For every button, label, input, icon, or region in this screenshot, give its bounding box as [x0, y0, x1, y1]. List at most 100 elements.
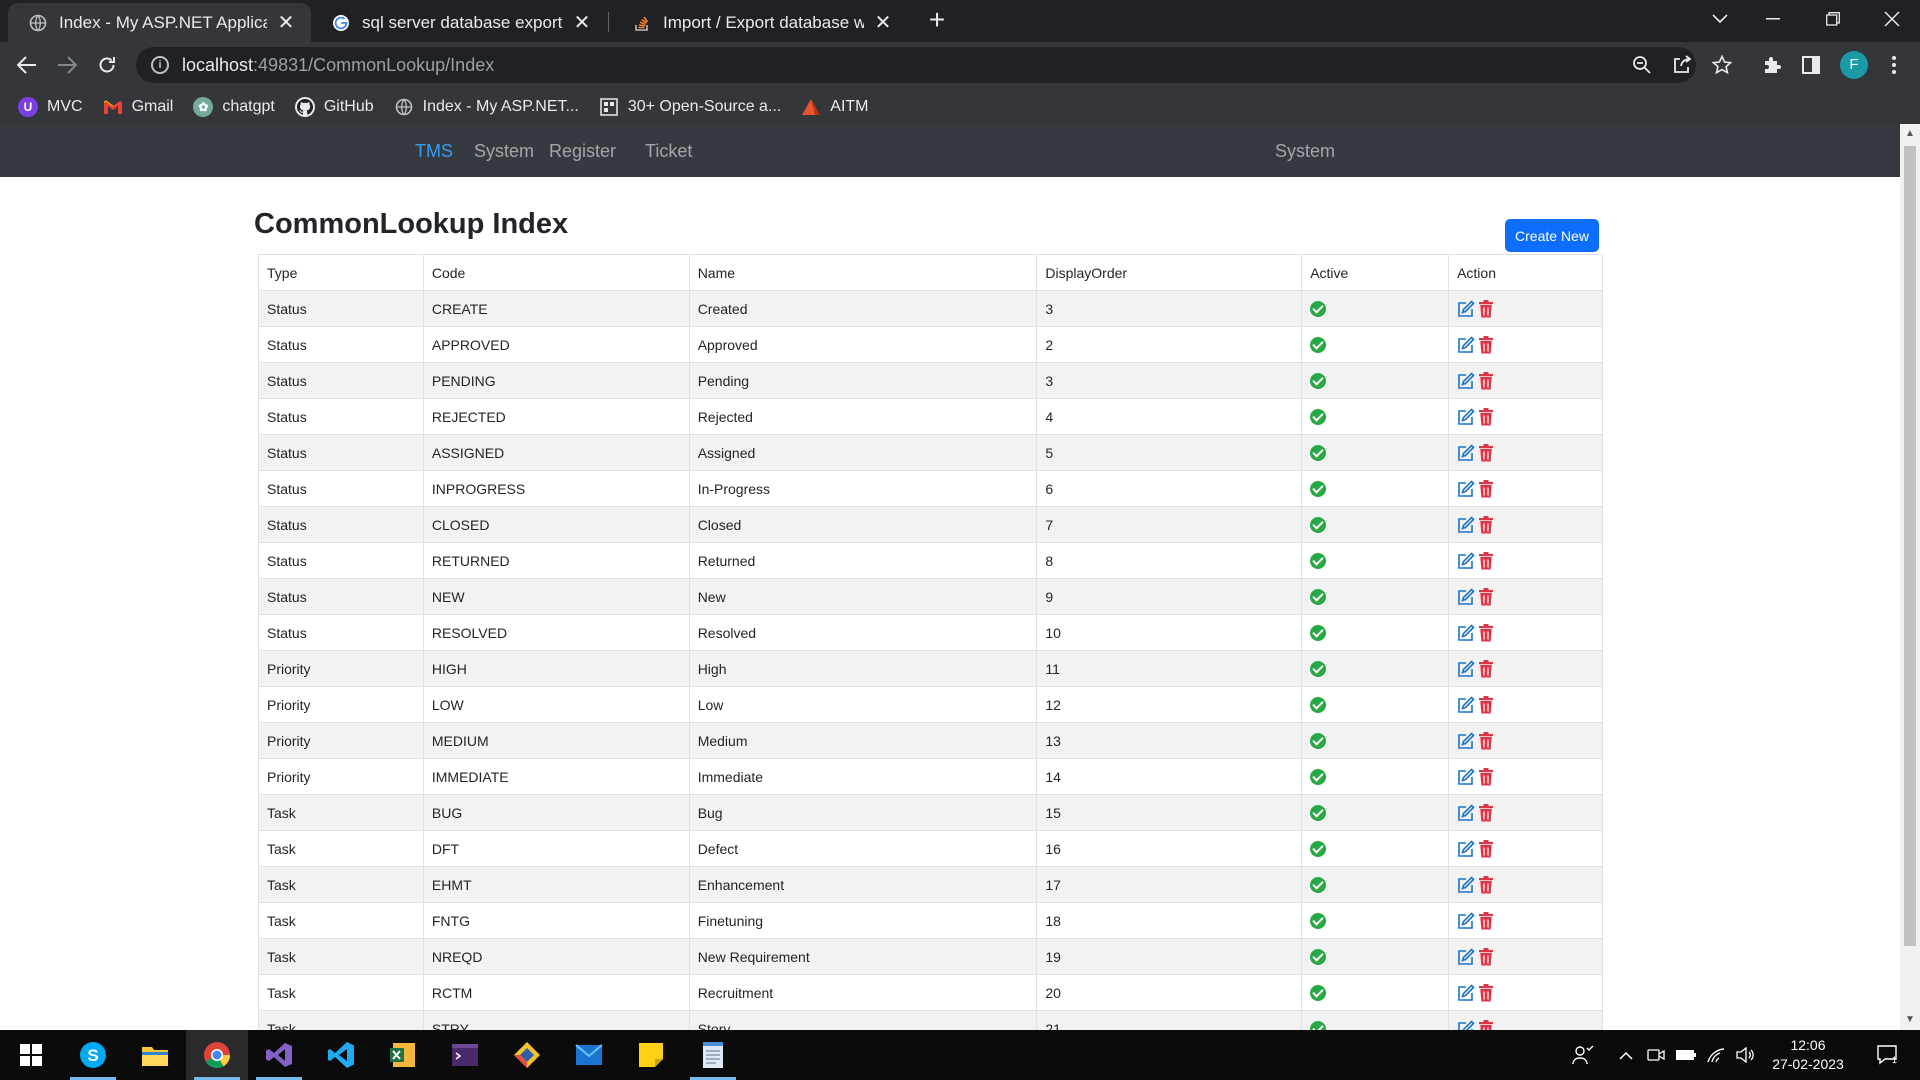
nav-system[interactable]: System	[474, 141, 534, 162]
nav-brand-tms[interactable]: TMS	[415, 141, 453, 162]
battery-icon[interactable]	[1672, 1030, 1700, 1080]
delete-icon[interactable]	[1478, 335, 1496, 354]
edit-icon[interactable]	[1457, 480, 1475, 498]
nav-register[interactable]: Register	[549, 141, 616, 162]
tab-import-export[interactable]: Import / Export database with SC ✕	[612, 3, 908, 42]
minimize-button[interactable]	[1745, 0, 1801, 38]
back-button[interactable]	[12, 50, 42, 80]
bookmark-open-source[interactable]: 30+ Open-Source a...	[599, 97, 781, 117]
bookmark-index[interactable]: Index - My ASP.NET...	[394, 97, 579, 117]
delete-icon[interactable]	[1478, 587, 1496, 606]
file-explorer-icon[interactable]	[124, 1030, 186, 1080]
system-clock[interactable]: 12:06 27-02-2023	[1760, 1036, 1856, 1074]
delete-icon[interactable]	[1478, 875, 1496, 894]
delete-icon[interactable]	[1478, 839, 1496, 858]
delete-icon[interactable]	[1478, 803, 1496, 822]
chrome-icon[interactable]	[186, 1030, 248, 1080]
delete-icon[interactable]	[1478, 551, 1496, 570]
edit-icon[interactable]	[1457, 444, 1475, 462]
bookmark-chatgpt[interactable]: ✿ chatgpt	[193, 96, 275, 117]
bookmark-aitm[interactable]: AITM	[801, 97, 869, 117]
bookmark-github[interactable]: GitHub	[294, 96, 374, 117]
chevron-up-icon[interactable]	[1612, 1030, 1640, 1080]
edit-icon[interactable]	[1457, 336, 1475, 354]
tab-search-chevron-icon[interactable]	[1692, 0, 1748, 38]
meet-now-icon[interactable]	[1642, 1030, 1670, 1080]
delete-icon[interactable]	[1478, 407, 1496, 426]
edit-icon[interactable]	[1457, 696, 1475, 714]
profile-avatar[interactable]: F	[1840, 51, 1868, 79]
edit-icon[interactable]	[1457, 660, 1475, 678]
scroll-down-arrow-icon[interactable]: ▼	[1904, 1014, 1916, 1026]
site-info-icon[interactable]: i	[151, 56, 169, 74]
bookmark-star-icon[interactable]	[1708, 51, 1736, 79]
delete-icon[interactable]	[1478, 947, 1496, 966]
delete-icon[interactable]	[1478, 767, 1496, 786]
vscode-icon[interactable]	[310, 1030, 372, 1080]
edit-icon[interactable]	[1457, 768, 1475, 786]
wifi-icon[interactable]	[1702, 1030, 1730, 1080]
close-icon[interactable]: ✕	[872, 10, 894, 35]
scroll-up-arrow-icon[interactable]: ▲	[1904, 128, 1916, 140]
scrollbar-thumb[interactable]	[1904, 146, 1916, 946]
edit-icon[interactable]	[1457, 372, 1475, 390]
delete-icon[interactable]	[1478, 659, 1496, 678]
delete-icon[interactable]	[1478, 1019, 1496, 1030]
edit-icon[interactable]	[1457, 732, 1475, 750]
delete-icon[interactable]	[1478, 515, 1496, 534]
zoom-icon[interactable]	[1628, 51, 1656, 79]
delete-icon[interactable]	[1478, 623, 1496, 642]
edit-icon[interactable]	[1457, 1020, 1475, 1030]
address-bar[interactable]: i localhost:49831/CommonLookup/Index	[136, 47, 1696, 83]
tab-google-search[interactable]: sql server database export - Goo ✕	[311, 3, 607, 42]
nav-system-right[interactable]: System	[1275, 141, 1335, 162]
close-icon[interactable]: ✕	[275, 10, 297, 35]
edit-icon[interactable]	[1457, 408, 1475, 426]
edit-icon[interactable]	[1457, 876, 1475, 894]
notifications-icon[interactable]: 1	[1866, 1030, 1910, 1080]
skype-icon[interactable]: S	[62, 1030, 124, 1080]
people-icon[interactable]	[1566, 1030, 1600, 1080]
new-tab-button[interactable]: +	[922, 6, 952, 36]
nav-ticket[interactable]: Ticket	[645, 141, 692, 162]
delete-icon[interactable]	[1478, 443, 1496, 462]
visual-studio-icon[interactable]	[248, 1030, 310, 1080]
delete-icon[interactable]	[1478, 371, 1496, 390]
git-icon[interactable]	[496, 1030, 558, 1080]
create-new-button[interactable]: Create New	[1505, 219, 1599, 252]
delete-icon[interactable]	[1478, 299, 1496, 318]
edit-icon[interactable]	[1457, 624, 1475, 642]
close-window-button[interactable]	[1864, 0, 1920, 38]
delete-icon[interactable]	[1478, 911, 1496, 930]
edit-icon[interactable]	[1457, 804, 1475, 822]
extensions-icon[interactable]	[1758, 51, 1786, 79]
reload-button[interactable]	[92, 50, 122, 80]
forward-button[interactable]	[52, 50, 82, 80]
edit-icon[interactable]	[1457, 588, 1475, 606]
edit-icon[interactable]	[1457, 840, 1475, 858]
edit-icon[interactable]	[1457, 300, 1475, 318]
edit-icon[interactable]	[1457, 984, 1475, 1002]
excel-icon[interactable]	[372, 1030, 434, 1080]
page-scrollbar[interactable]: ▲ ▼	[1900, 124, 1920, 1030]
edit-icon[interactable]	[1457, 912, 1475, 930]
edit-icon[interactable]	[1457, 552, 1475, 570]
edit-icon[interactable]	[1457, 516, 1475, 534]
windows-start-icon[interactable]	[0, 1030, 62, 1080]
bookmark-gmail[interactable]: Gmail	[103, 97, 173, 117]
notepad-icon[interactable]	[682, 1030, 744, 1080]
volume-icon[interactable]	[1732, 1030, 1760, 1080]
restore-button[interactable]	[1805, 0, 1861, 38]
tab-index[interactable]: Index - My ASP.NET Application ✕	[8, 3, 311, 42]
terminal-icon[interactable]	[434, 1030, 496, 1080]
bookmark-mvc[interactable]: U MVC	[18, 96, 83, 117]
close-icon[interactable]: ✕	[571, 10, 593, 35]
edit-icon[interactable]	[1457, 948, 1475, 966]
delete-icon[interactable]	[1478, 983, 1496, 1002]
delete-icon[interactable]	[1478, 479, 1496, 498]
delete-icon[interactable]	[1478, 731, 1496, 750]
side-panel-icon[interactable]	[1797, 51, 1825, 79]
delete-icon[interactable]	[1478, 695, 1496, 714]
sticky-notes-icon[interactable]	[620, 1030, 682, 1080]
menu-kebab-icon[interactable]	[1880, 51, 1908, 79]
